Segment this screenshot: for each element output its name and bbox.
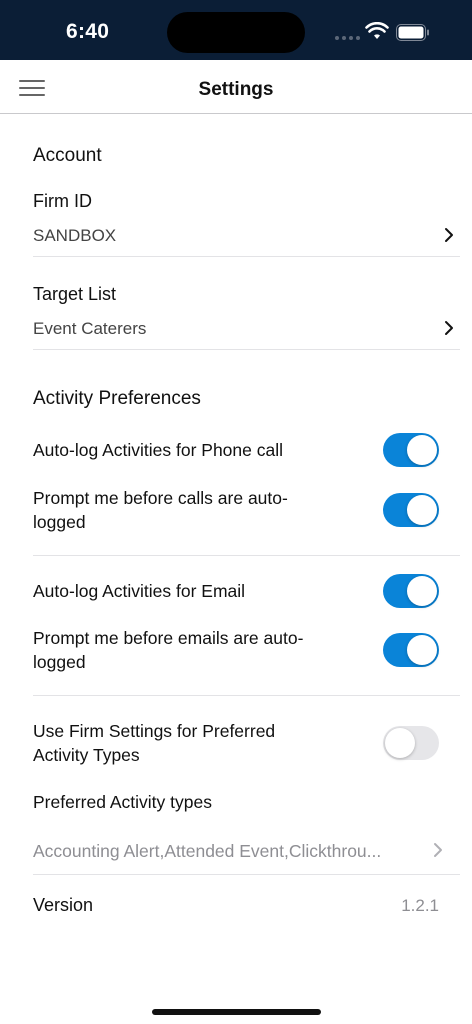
chevron-right-icon: [445, 228, 453, 242]
divider: [33, 555, 460, 556]
version-label: Version: [33, 895, 94, 915]
phone-autolog-label: Auto-log Activities for Phone call: [33, 440, 283, 460]
phone-prompt-toggle[interactable]: [383, 493, 439, 527]
home-indicator: [152, 1009, 321, 1015]
phone-prompt-label: Prompt me before calls are auto-logged: [33, 488, 288, 532]
target-list-value: Event Caterers: [33, 319, 147, 338]
email-autolog-label: Auto-log Activities for Email: [33, 581, 246, 601]
chevron-right-icon: [434, 843, 442, 857]
preferred-activity-types-value: Accounting Alert,Attended Event,Clickthr…: [33, 841, 382, 861]
status-time: 6:40: [66, 20, 110, 43]
target-list-label: Target List: [33, 284, 117, 304]
navigation-bar: Settings: [0, 60, 472, 114]
divider: [33, 874, 460, 875]
account-section-title: Account: [33, 145, 102, 166]
phone-autolog-toggle[interactable]: [383, 433, 439, 467]
email-prompt-toggle[interactable]: [383, 633, 439, 667]
version-value: 1.2.1: [401, 896, 439, 915]
firm-settings-toggle[interactable]: [383, 726, 439, 760]
wifi-icon: [365, 22, 389, 39]
dynamic-island: [167, 12, 305, 53]
firm-settings-label: Use Firm Settings for Preferred Activity…: [33, 721, 276, 765]
activity-preferences-title: Activity Preferences: [33, 388, 201, 409]
email-autolog-toggle[interactable]: [383, 574, 439, 608]
email-prompt-label: Prompt me before emails are auto-logged: [33, 628, 304, 672]
divider: [33, 349, 460, 350]
chevron-right-icon: [445, 321, 453, 335]
target-list-row[interactable]: Target List Event Caterers: [0, 275, 472, 349]
firm-id-value: SANDBOX: [33, 226, 117, 245]
preferred-activity-types-label: Preferred Activity types: [33, 792, 212, 812]
battery-icon: [396, 24, 429, 41]
firm-id-label: Firm ID: [33, 191, 92, 211]
divider: [33, 256, 460, 257]
cellular-signal-icon: [335, 36, 360, 40]
divider: [33, 695, 460, 696]
firm-id-row[interactable]: Firm ID SANDBOX: [0, 182, 472, 256]
status-bar: 6:40: [0, 0, 472, 60]
page-title: Settings: [198, 79, 274, 100]
preferred-activity-types-row[interactable]: Accounting Alert,Attended Event,Clickthr…: [0, 828, 472, 872]
